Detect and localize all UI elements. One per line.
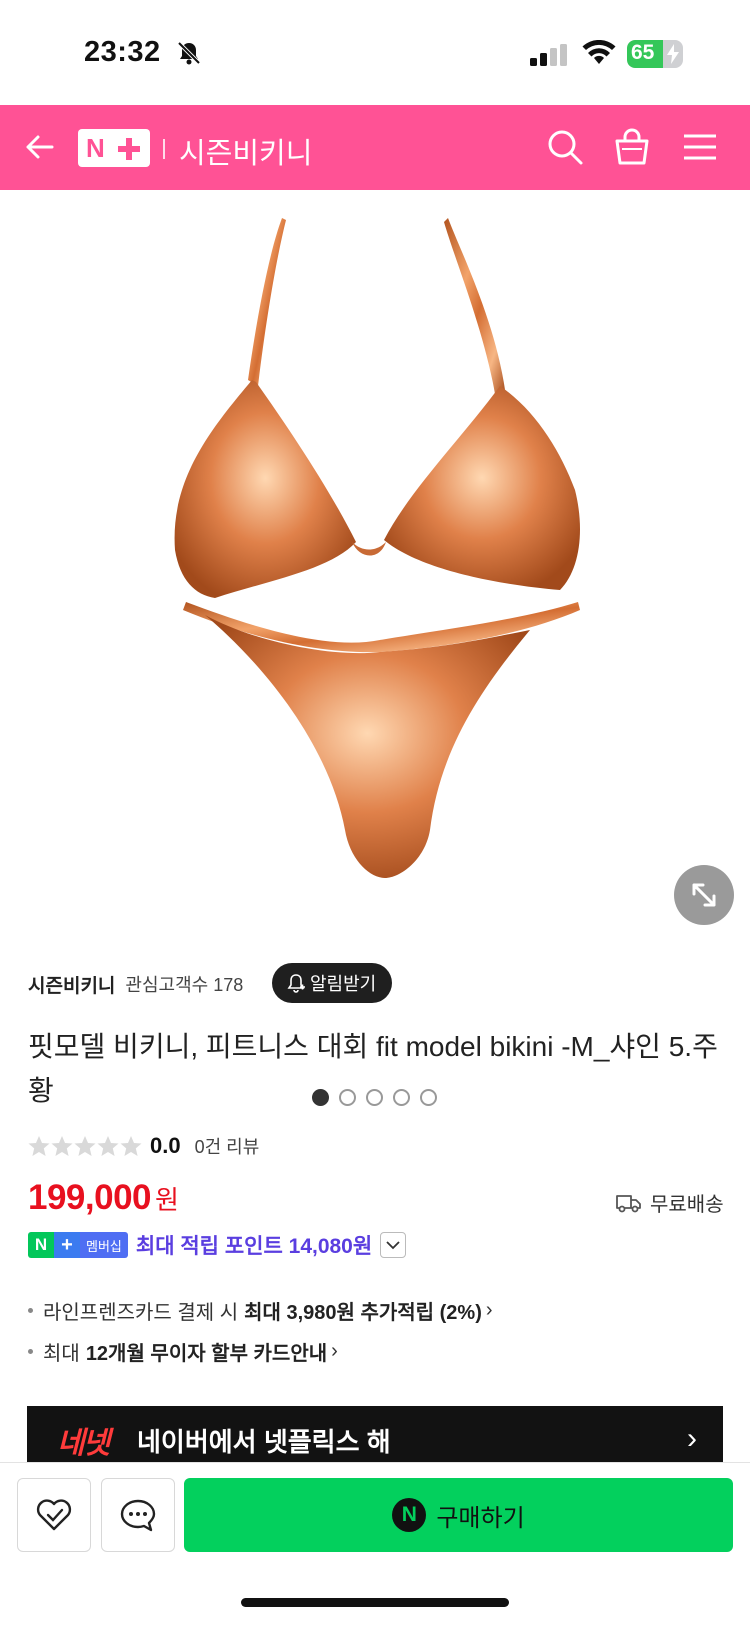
naver-plus-logo[interactable]: N <box>78 129 150 167</box>
header-divider <box>163 139 165 159</box>
chat-bubble-icon <box>120 1499 156 1532</box>
price-unit: 원 <box>155 1185 179 1215</box>
banner-logo: 네넷 <box>57 1427 110 1460</box>
chevron-right-icon: › <box>485 1299 493 1321</box>
card-benefit-prefix: 라인프렌즈카드 결제 시 <box>43 1302 239 1324</box>
home-indicator[interactable] <box>241 1598 509 1607</box>
star-icon <box>74 1136 96 1156</box>
buy-button[interactable]: N 구매하기 <box>184 1478 733 1552</box>
plus-mark <box>118 138 140 160</box>
store-followers: 관심고객수 178 <box>125 975 244 995</box>
rating-stars <box>28 1135 142 1157</box>
expand-image-button[interactable] <box>674 865 734 925</box>
bullet <box>28 1308 33 1313</box>
installment-benefit-row[interactable]: 최대 12개월 무이자 할부 카드안내 › <box>28 1337 338 1366</box>
banner-text: 네이버에서 넷플릭스 해 <box>137 1427 391 1457</box>
cellular-signal-icon <box>530 44 567 66</box>
chevron-down-icon <box>386 1241 400 1250</box>
heart-check-icon <box>36 1499 72 1531</box>
wifi-icon <box>582 40 616 64</box>
installment-bold: 12개월 무이자 할부 카드안내 <box>85 1343 328 1365</box>
chevron-right-icon: › <box>687 1422 697 1455</box>
bikini-product-image[interactable] <box>0 190 750 930</box>
card-benefit-bold: 최대 3,980원 추가적립 (2%) <box>244 1302 482 1324</box>
star-icon <box>51 1136 73 1156</box>
bell-plus-icon <box>287 974 305 993</box>
badge-member: 멤버십 <box>80 1232 128 1258</box>
store-header: N 시즌비키니 <box>0 105 750 190</box>
review-count[interactable]: 0건 리뷰 <box>195 1133 260 1159</box>
alarm-subscribe-button[interactable]: 알림받기 <box>272 963 392 1003</box>
delivery-truck-icon <box>616 1194 641 1212</box>
status-time: 23:32 <box>84 36 161 68</box>
star-icon <box>120 1136 142 1156</box>
menu-icon[interactable] <box>680 127 720 167</box>
membership-points-row[interactable]: N + 멤버십 최대 적립 포인트 14,080원 <box>28 1230 407 1260</box>
badge-plus: + <box>54 1232 80 1258</box>
battery-indicator: 65 <box>627 40 683 68</box>
max-points-text: 최대 적립 포인트 14,080원 <box>135 1235 373 1258</box>
star-icon <box>28 1136 50 1156</box>
back-arrow-icon[interactable] <box>22 129 58 165</box>
bullet <box>28 1349 33 1354</box>
wishlist-button[interactable] <box>17 1478 91 1552</box>
badge-n: N <box>28 1232 54 1258</box>
search-icon[interactable] <box>545 127 585 167</box>
product-image-gallery[interactable] <box>0 190 750 1106</box>
star-icon <box>97 1136 119 1156</box>
price-amount: 199,000 <box>28 1178 152 1217</box>
alarm-label: 알림받기 <box>310 974 377 994</box>
chevron-right-icon: › <box>331 1340 338 1362</box>
store-name[interactable]: 시즌비키니 <box>28 971 115 998</box>
battery-level: 65 <box>631 41 655 64</box>
card-benefit-row[interactable]: 라인프렌즈카드 결제 시 최대 3,980원 추가적립 (2%) › <box>28 1296 493 1325</box>
naver-n-mark: N <box>86 133 105 163</box>
installment-prefix: 최대 <box>43 1343 80 1365</box>
bell-off-icon <box>177 41 201 65</box>
product-title: 핏모델 비키니, 피트니스 대회 fit model bikini -M_샤인 … <box>28 1031 718 1106</box>
naver-pay-n-icon: N <box>392 1498 427 1532</box>
status-bar: 23:32 65 <box>0 0 750 105</box>
talk-talk-button[interactable] <box>101 1478 175 1552</box>
store-info-row: 시즌비키니 관심고객수 178 <box>28 964 243 1004</box>
points-expand-toggle[interactable] <box>380 1232 407 1258</box>
price-row: 199,000 원 <box>28 1178 179 1224</box>
expand-icon <box>692 883 716 907</box>
shipping-label: 무료배송 <box>650 1194 724 1216</box>
shipping-info: 무료배송 <box>616 1188 724 1217</box>
rating-score: 0.0 <box>150 1133 181 1158</box>
store-title[interactable]: 시즌비키니 <box>179 130 312 172</box>
rating-row[interactable]: 0.0 0건 리뷰 <box>28 1131 259 1161</box>
shopping-bag-icon[interactable] <box>612 127 652 167</box>
charging-bolt-icon <box>667 44 679 64</box>
buy-label: 구매하기 <box>436 1504 525 1532</box>
naver-plus-membership-badge: N + 멤버십 <box>28 1232 128 1258</box>
